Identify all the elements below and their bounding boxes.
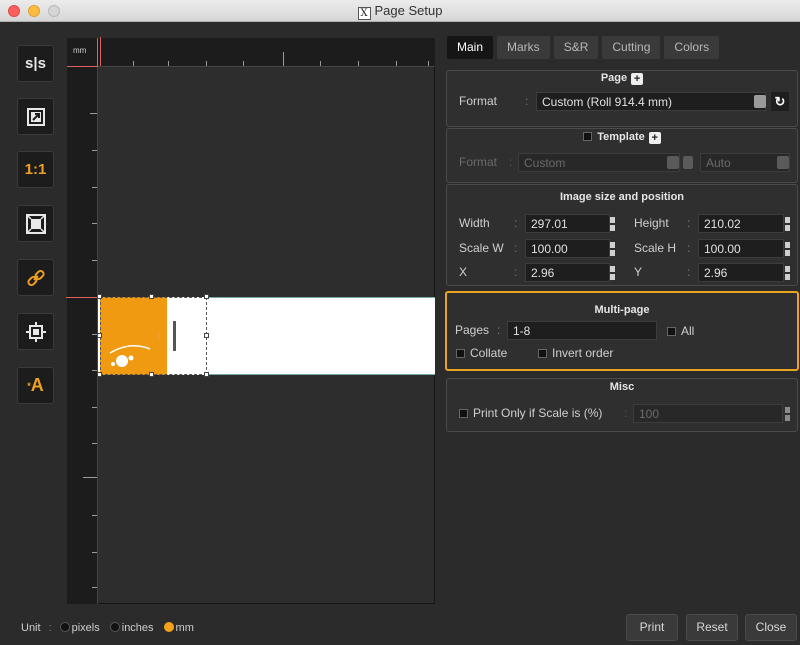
misc-section: Misc Print Only if Scale is (%) : 100 (446, 378, 798, 432)
resize-handle[interactable] (97, 294, 102, 299)
scalew-label: Scale W (459, 241, 504, 255)
width-stepper[interactable] (609, 214, 616, 233)
unit-pixels-radio[interactable]: pixels (59, 622, 100, 634)
misc-title: Misc (609, 381, 635, 393)
y-input[interactable]: 2.96 (698, 263, 784, 282)
template-section: Template + Format : Custom Auto (446, 128, 798, 183)
scalew-input[interactable]: 100.00 (525, 239, 610, 258)
dropdown-icon[interactable] (777, 156, 789, 169)
tab-main[interactable]: Main (447, 36, 494, 59)
tab-marks[interactable]: Marks (497, 36, 550, 59)
vertical-ruler (66, 67, 98, 604)
page-section: Page + Format : Custom (Roll 914.4 mm) ↻ (446, 70, 798, 127)
fit-page-button[interactable] (17, 205, 54, 242)
x-label: X (459, 265, 468, 279)
resize-handle[interactable] (97, 333, 102, 338)
page-format-select[interactable]: Custom (Roll 914.4 mm) (536, 92, 766, 111)
template-section-title: Template (597, 131, 645, 143)
link-icon (26, 269, 45, 286)
actual-size-button[interactable]: 1:1 (17, 151, 54, 188)
window-title: Page Setup (374, 3, 443, 18)
print-only-checkbox[interactable]: Print Only if Scale is (%) (459, 406, 602, 420)
pages-input[interactable]: 1-8 (507, 321, 657, 340)
app-icon: X (357, 7, 371, 20)
expand-icon (26, 107, 45, 126)
ruler-unit: mm (67, 38, 98, 67)
image-placement[interactable]: - - - (97, 294, 209, 377)
scaleh-label: Scale H (634, 241, 677, 255)
multipage-title: Multi-page (594, 304, 650, 316)
x-input[interactable]: 2.96 (525, 263, 610, 282)
image-size-section: Image size and position Width : 297.01 H… (446, 184, 798, 286)
title-bar: X Page Setup (0, 0, 800, 22)
template-format-select[interactable]: Custom (518, 153, 680, 172)
height-label: Height (634, 216, 669, 230)
image-size-title: Image size and position (559, 191, 685, 203)
dropdown-icon[interactable] (667, 156, 679, 169)
reset-button[interactable]: Reset (686, 614, 738, 641)
text-a-icon: A (30, 375, 44, 395)
unit-label: Unit (21, 622, 41, 634)
link-button[interactable] (17, 259, 54, 296)
add-page-icon[interactable]: + (631, 73, 644, 85)
all-checkbox[interactable]: All (667, 324, 694, 338)
resize-handle[interactable] (149, 294, 154, 299)
page-section-title: Page (600, 72, 628, 84)
refresh-icon[interactable]: ↻ (771, 92, 789, 111)
tab-bar: Main Marks S&R Cutting Colors (447, 36, 720, 59)
page-format-label: Format (459, 94, 498, 108)
resize-handle[interactable] (97, 372, 102, 377)
resize-handle[interactable] (149, 372, 154, 377)
expand-button[interactable] (17, 98, 54, 135)
width-input[interactable]: 297.01 (525, 214, 610, 233)
print-only-scale-input[interactable]: 100 (633, 404, 783, 423)
height-stepper[interactable] (784, 214, 791, 233)
unit-inches-radio[interactable]: inches (109, 622, 154, 634)
x-stepper[interactable] (609, 263, 616, 282)
print-only-stepper[interactable] (784, 404, 791, 423)
tab-colors[interactable]: Colors (664, 36, 720, 59)
actual-size-icon: 1:1 (24, 161, 47, 178)
template-extra-button[interactable] (683, 156, 693, 169)
invert-order-checkbox[interactable]: Invert order (538, 346, 613, 360)
template-format-label: Format (459, 155, 498, 169)
tab-sr[interactable]: S&R (553, 36, 599, 59)
height-input[interactable]: 210.02 (698, 214, 784, 233)
horizontal-ruler (98, 37, 435, 67)
selection-box[interactable] (100, 297, 207, 375)
split-view-icon: s|s (25, 55, 46, 72)
resize-handle[interactable] (204, 372, 209, 377)
center-icon (25, 321, 46, 342)
multipage-section: Multi-page Pages : 1-8 All Collate Inver… (445, 291, 799, 371)
collate-checkbox[interactable]: Collate (456, 346, 507, 360)
pages-label: Pages (455, 323, 490, 337)
fit-page-icon (25, 213, 46, 234)
scaleh-stepper[interactable] (784, 239, 791, 258)
y-label: Y (634, 265, 643, 279)
resize-handle[interactable] (204, 294, 209, 299)
width-label: Width (459, 216, 490, 230)
split-view-button[interactable]: s|s (17, 45, 54, 82)
print-button[interactable]: Print (626, 614, 678, 641)
add-template-icon[interactable]: + (648, 132, 661, 144)
tab-cutting[interactable]: Cutting (602, 36, 661, 59)
unit-selector: Unit : pixels inches mm (21, 622, 194, 634)
y-stepper[interactable] (784, 263, 791, 282)
template-checkbox[interactable] (583, 132, 593, 141)
dropdown-icon[interactable] (754, 95, 766, 108)
auto-text-button[interactable]: * A (17, 367, 54, 404)
close-button[interactable]: Close (745, 614, 797, 641)
scaleh-input[interactable]: 100.00 (698, 239, 784, 258)
center-button[interactable] (17, 313, 54, 350)
scalew-stepper[interactable] (609, 239, 616, 258)
unit-mm-radio[interactable]: mm (163, 622, 194, 634)
resize-handle[interactable] (204, 333, 209, 338)
